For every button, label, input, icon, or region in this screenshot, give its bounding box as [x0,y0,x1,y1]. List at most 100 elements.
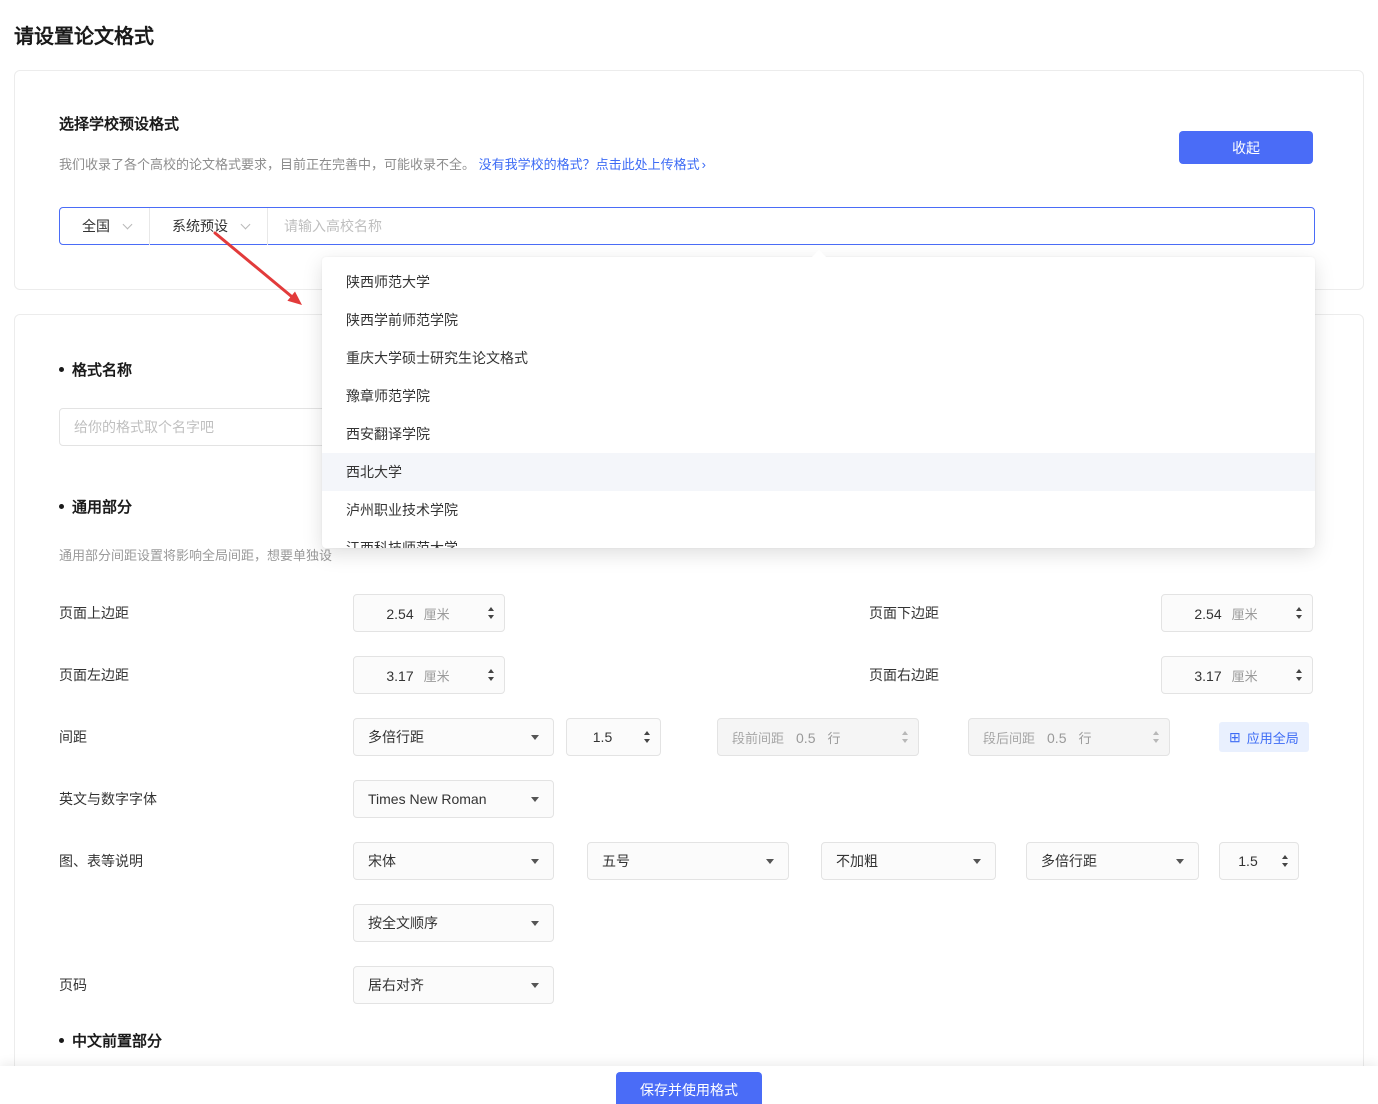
line-spacing-value-stepper[interactable]: 1.5 [566,718,661,756]
school-search-input[interactable] [268,208,1314,244]
stepper-arrows[interactable] [482,669,494,681]
caption-weight-select[interactable]: 不加粗 [821,842,996,880]
english-font-select[interactable]: Times New Roman [353,780,554,818]
caption-line-spacing-stepper[interactable]: 1.5 [1219,842,1299,880]
caret-down-icon [766,859,774,864]
dropdown-item[interactable]: 陕西师范大学 [322,263,1315,301]
apply-all-button[interactable]: ⊞ 应用全局 [1219,722,1309,752]
stepper-unit: 厘米 [424,666,450,685]
field-label: 页面上边距 [59,603,353,623]
arrow-down-icon[interactable] [488,615,494,619]
region-select[interactable]: 全国 [60,208,149,244]
stepper-label: 段后间距 [983,728,1035,747]
arrow-down-icon[interactable] [1153,739,1159,743]
margin-right-stepper[interactable]: 3.17 厘米 [1161,656,1313,694]
chevron-down-icon [123,220,133,230]
arrow-up-icon[interactable] [488,669,494,673]
caption-order-select[interactable]: 按全文顺序 [353,904,554,942]
after-paragraph-spacing-stepper[interactable]: 段后间距 0.5 行 [968,718,1170,756]
arrow-down-icon[interactable] [488,677,494,681]
caption-line-spacing-select[interactable]: 多倍行距 [1026,842,1199,880]
stepper-value: 2.54 [1194,606,1221,622]
arrow-down-icon[interactable] [902,739,908,743]
dropdown-item[interactable]: 西安翻译学院 [322,415,1315,453]
stepper-arrows[interactable] [1147,731,1159,743]
field-label: 页面左边距 [59,665,353,685]
dropdown-item[interactable]: 泸州职业技术学院 [322,491,1315,529]
region-select-value: 全国 [82,216,110,236]
stepper-arrows[interactable] [638,731,650,743]
dropdown-item[interactable]: 江西科技师范大学 [322,529,1315,548]
field-label: 页面下边距 [869,603,1161,623]
select-value: 多倍行距 [1041,851,1097,871]
arrow-down-icon[interactable] [644,739,650,743]
save-format-button[interactable]: 保存并使用格式 [616,1072,762,1104]
arrow-down-icon[interactable] [1296,677,1302,681]
school-desc-text: 我们收录了各个高校的论文格式要求，目前正在完善中，可能收录不全。 [59,157,475,172]
apply-all-icon: ⊞ [1229,730,1241,744]
stepper-arrows[interactable] [1276,855,1288,867]
chevron-down-icon [241,220,251,230]
common-form: 页面上边距 2.54 厘米 页面下边距 2.54 厘米 页面左边距 3.17 厘米 [59,594,1315,1004]
stepper-unit: 行 [827,728,840,747]
before-paragraph-spacing-stepper[interactable]: 段前间距 0.5 行 [717,718,919,756]
caption-font-select[interactable]: 宋体 [353,842,554,880]
dropdown-item[interactable]: 西北大学 [322,453,1315,491]
page-number-align-select[interactable]: 居右对齐 [353,966,554,1004]
dropdown-item[interactable]: 豫章师范学院 [322,377,1315,415]
margin-bottom-stepper[interactable]: 2.54厘米 [1161,594,1313,632]
margin-top-stepper[interactable]: 2.54 厘米 [353,594,505,632]
arrow-up-icon[interactable] [644,731,650,735]
caret-down-icon [531,735,539,740]
arrow-up-icon[interactable] [1296,607,1302,611]
upload-format-link[interactable]: 没有我学校的格式？点击此处上传格式› [479,157,706,172]
line-spacing-type-select[interactable]: 多倍行距 [353,718,554,756]
caret-down-icon [531,797,539,802]
field-label: 页面右边距 [869,665,1161,685]
dropdown-item[interactable]: 陕西学前师范学院 [322,301,1315,339]
caret-down-icon [1176,859,1184,864]
stepper-unit: 厘米 [424,604,450,623]
arrow-down-icon[interactable] [1296,615,1302,619]
stepper-arrows[interactable] [896,731,908,743]
caret-down-icon [531,921,539,926]
school-panel-desc: 我们收录了各个高校的论文格式要求，目前正在完善中，可能收录不全。 没有我学校的格… [59,154,1315,173]
select-value: 不加粗 [836,851,878,871]
arrow-up-icon[interactable] [1153,731,1159,735]
arrow-up-icon[interactable] [1296,669,1302,673]
form-row-spacing: 间距 多倍行距 1.5 段前间距0.5行 段后间距0.5行 [59,718,1315,756]
stepper-arrows[interactable] [1290,607,1302,619]
stepper-value: 0.5 [796,730,815,746]
stepper-value: 1.5 [1238,853,1257,869]
field-label: 页码 [59,975,353,995]
arrow-up-icon[interactable] [902,731,908,735]
stepper-value: 0.5 [1047,730,1066,746]
margin-left-stepper[interactable]: 3.17厘米 [353,656,505,694]
stepper-arrows[interactable] [1290,669,1302,681]
form-row-english-font: 英文与数字字体 Times New Roman [59,780,1315,818]
field-label: 英文与数字字体 [59,789,353,809]
bullet-dot [59,504,64,509]
select-value: 宋体 [368,851,396,871]
stepper-unit: 行 [1078,728,1091,747]
form-row-captions: 图、表等说明 宋体 五号 不加粗 多倍行距 1.5 [59,842,1315,880]
select-value: 居右对齐 [368,975,424,995]
stepper-arrows[interactable] [482,607,494,619]
arrow-up-icon[interactable] [488,607,494,611]
stepper-value: 2.54 [386,606,413,622]
stepper-value: 3.17 [1194,668,1221,684]
select-value: 多倍行距 [368,727,424,747]
arrow-down-icon[interactable] [1282,863,1288,867]
stepper-value: 1.5 [593,729,612,745]
school-dropdown: 陕西师范大学 陕西学前师范学院 重庆大学硕士研究生论文格式 豫章师范学院 西安翻… [322,257,1315,548]
stepper-label: 段前间距 [732,728,784,747]
collapse-button[interactable]: 收起 [1179,131,1313,164]
caption-size-select[interactable]: 五号 [587,842,789,880]
caret-down-icon [973,859,981,864]
dropdown-item[interactable]: 重庆大学硕士研究生论文格式 [322,339,1315,377]
stepper-unit: 厘米 [1232,666,1258,685]
arrow-up-icon[interactable] [1282,855,1288,859]
section-title-chinese-front: 中文前置部分 [59,1030,1315,1051]
chinese-front-title: 中文前置部分 [72,1030,162,1051]
select-value: Times New Roman [368,791,487,807]
